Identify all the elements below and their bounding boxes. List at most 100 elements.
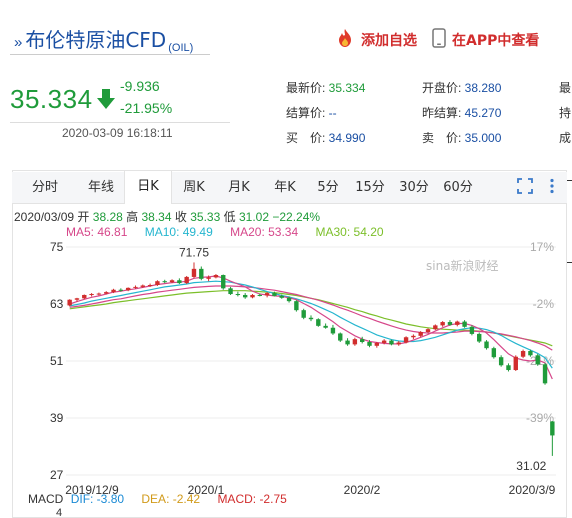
candle bbox=[250, 294, 255, 299]
candle-body bbox=[294, 301, 299, 311]
candle-body bbox=[118, 289, 124, 291]
macd-dif: DIF: -3.80 bbox=[70, 492, 125, 506]
candle-body bbox=[403, 337, 409, 343]
candle bbox=[491, 346, 497, 359]
candle-body bbox=[345, 340, 350, 345]
extreme-labels: 71.75 31.02 bbox=[179, 245, 547, 472]
candle bbox=[498, 355, 504, 367]
candle-body bbox=[140, 285, 145, 287]
candle bbox=[242, 293, 248, 299]
candle-body bbox=[213, 275, 219, 278]
candle-body bbox=[308, 317, 314, 320]
candle-body bbox=[111, 289, 116, 293]
low-label: 31.02 bbox=[516, 459, 546, 473]
candle-body bbox=[96, 293, 102, 295]
candle bbox=[396, 341, 401, 346]
candle-body bbox=[147, 285, 153, 286]
candle bbox=[550, 421, 555, 456]
candle-body bbox=[279, 295, 284, 298]
candlestick-chart[interactable]: 7563513927 17%-2%-21%-39% sina新浪财经 2019/… bbox=[0, 0, 572, 518]
candle-body bbox=[396, 342, 401, 345]
y-axis-labels: 75 63 51 39 27 bbox=[50, 240, 64, 482]
candle bbox=[513, 355, 518, 371]
candle-body bbox=[433, 325, 438, 330]
candle-body bbox=[418, 332, 423, 336]
candle-body bbox=[498, 357, 504, 366]
candle bbox=[345, 338, 350, 346]
candle-body bbox=[221, 275, 226, 289]
candle-body bbox=[272, 293, 277, 296]
candle-body bbox=[286, 297, 292, 302]
candle bbox=[308, 315, 314, 322]
candle-body bbox=[323, 325, 328, 328]
candle-body bbox=[74, 298, 80, 300]
y-tick-label: 51 bbox=[50, 354, 64, 368]
candle-body bbox=[491, 348, 497, 358]
candle bbox=[462, 320, 467, 328]
candle bbox=[228, 286, 233, 295]
candle-body bbox=[301, 310, 306, 318]
candle-body bbox=[542, 364, 548, 384]
candle-body bbox=[242, 294, 248, 298]
macd-legend: MACD DIF: -3.80 DEA: -2.42 MACD: -2.75 bbox=[28, 492, 287, 506]
candle bbox=[506, 363, 511, 372]
candle-body bbox=[550, 421, 555, 436]
candle-body bbox=[469, 326, 475, 334]
candle-body bbox=[250, 294, 255, 298]
candle-body bbox=[125, 287, 131, 291]
y-tick-label-right: -39% bbox=[526, 411, 554, 425]
candle-body bbox=[367, 342, 372, 346]
candle-body bbox=[133, 286, 138, 288]
candle bbox=[264, 292, 270, 298]
candle-body bbox=[374, 342, 380, 346]
candle bbox=[221, 274, 226, 290]
candle-body bbox=[264, 293, 270, 296]
candle bbox=[535, 353, 540, 366]
candle bbox=[330, 324, 336, 335]
candle-body bbox=[440, 322, 445, 326]
candle-body bbox=[155, 281, 160, 285]
macd-value: MACD: -2.75 bbox=[217, 492, 287, 506]
candle bbox=[411, 334, 416, 340]
candle-body bbox=[338, 333, 343, 341]
ma-lines bbox=[69, 275, 553, 380]
candle bbox=[316, 318, 321, 327]
chart-grid bbox=[66, 246, 556, 476]
candle bbox=[301, 308, 306, 320]
candle-body bbox=[535, 355, 540, 365]
candle bbox=[352, 337, 358, 346]
candle-body bbox=[455, 321, 460, 325]
y-axis-right-labels: 17%-2%-21%-39% bbox=[526, 240, 554, 425]
candle-body bbox=[477, 333, 482, 342]
y-tick-label: 75 bbox=[50, 240, 64, 254]
y-tick-label-right: -2% bbox=[533, 297, 555, 311]
candle bbox=[323, 323, 328, 329]
candle bbox=[455, 320, 460, 327]
candle-body bbox=[447, 322, 453, 325]
candle-body bbox=[191, 268, 197, 277]
candle bbox=[338, 332, 343, 342]
candle-body bbox=[82, 294, 87, 299]
x-tick-label: 2020/3/9 bbox=[509, 483, 556, 497]
candle-body bbox=[162, 281, 167, 283]
candle-body bbox=[199, 268, 204, 279]
candle bbox=[67, 299, 72, 307]
candle-body bbox=[228, 288, 233, 295]
candle-body bbox=[484, 341, 489, 349]
y-tick-label: 63 bbox=[50, 297, 64, 311]
candle bbox=[520, 349, 526, 359]
candle bbox=[213, 274, 219, 279]
y-tick-label: 39 bbox=[50, 411, 64, 425]
candle bbox=[184, 275, 189, 285]
candle bbox=[89, 293, 94, 297]
candle-body bbox=[177, 280, 182, 284]
candle-body bbox=[528, 351, 533, 356]
candle-body bbox=[462, 321, 467, 327]
candle bbox=[177, 278, 182, 285]
y-tick-label: 27 bbox=[50, 468, 64, 482]
candle-body bbox=[104, 292, 109, 294]
candle bbox=[477, 332, 482, 343]
candle-body bbox=[89, 294, 94, 296]
candle-body bbox=[352, 339, 358, 345]
candle bbox=[162, 279, 167, 284]
